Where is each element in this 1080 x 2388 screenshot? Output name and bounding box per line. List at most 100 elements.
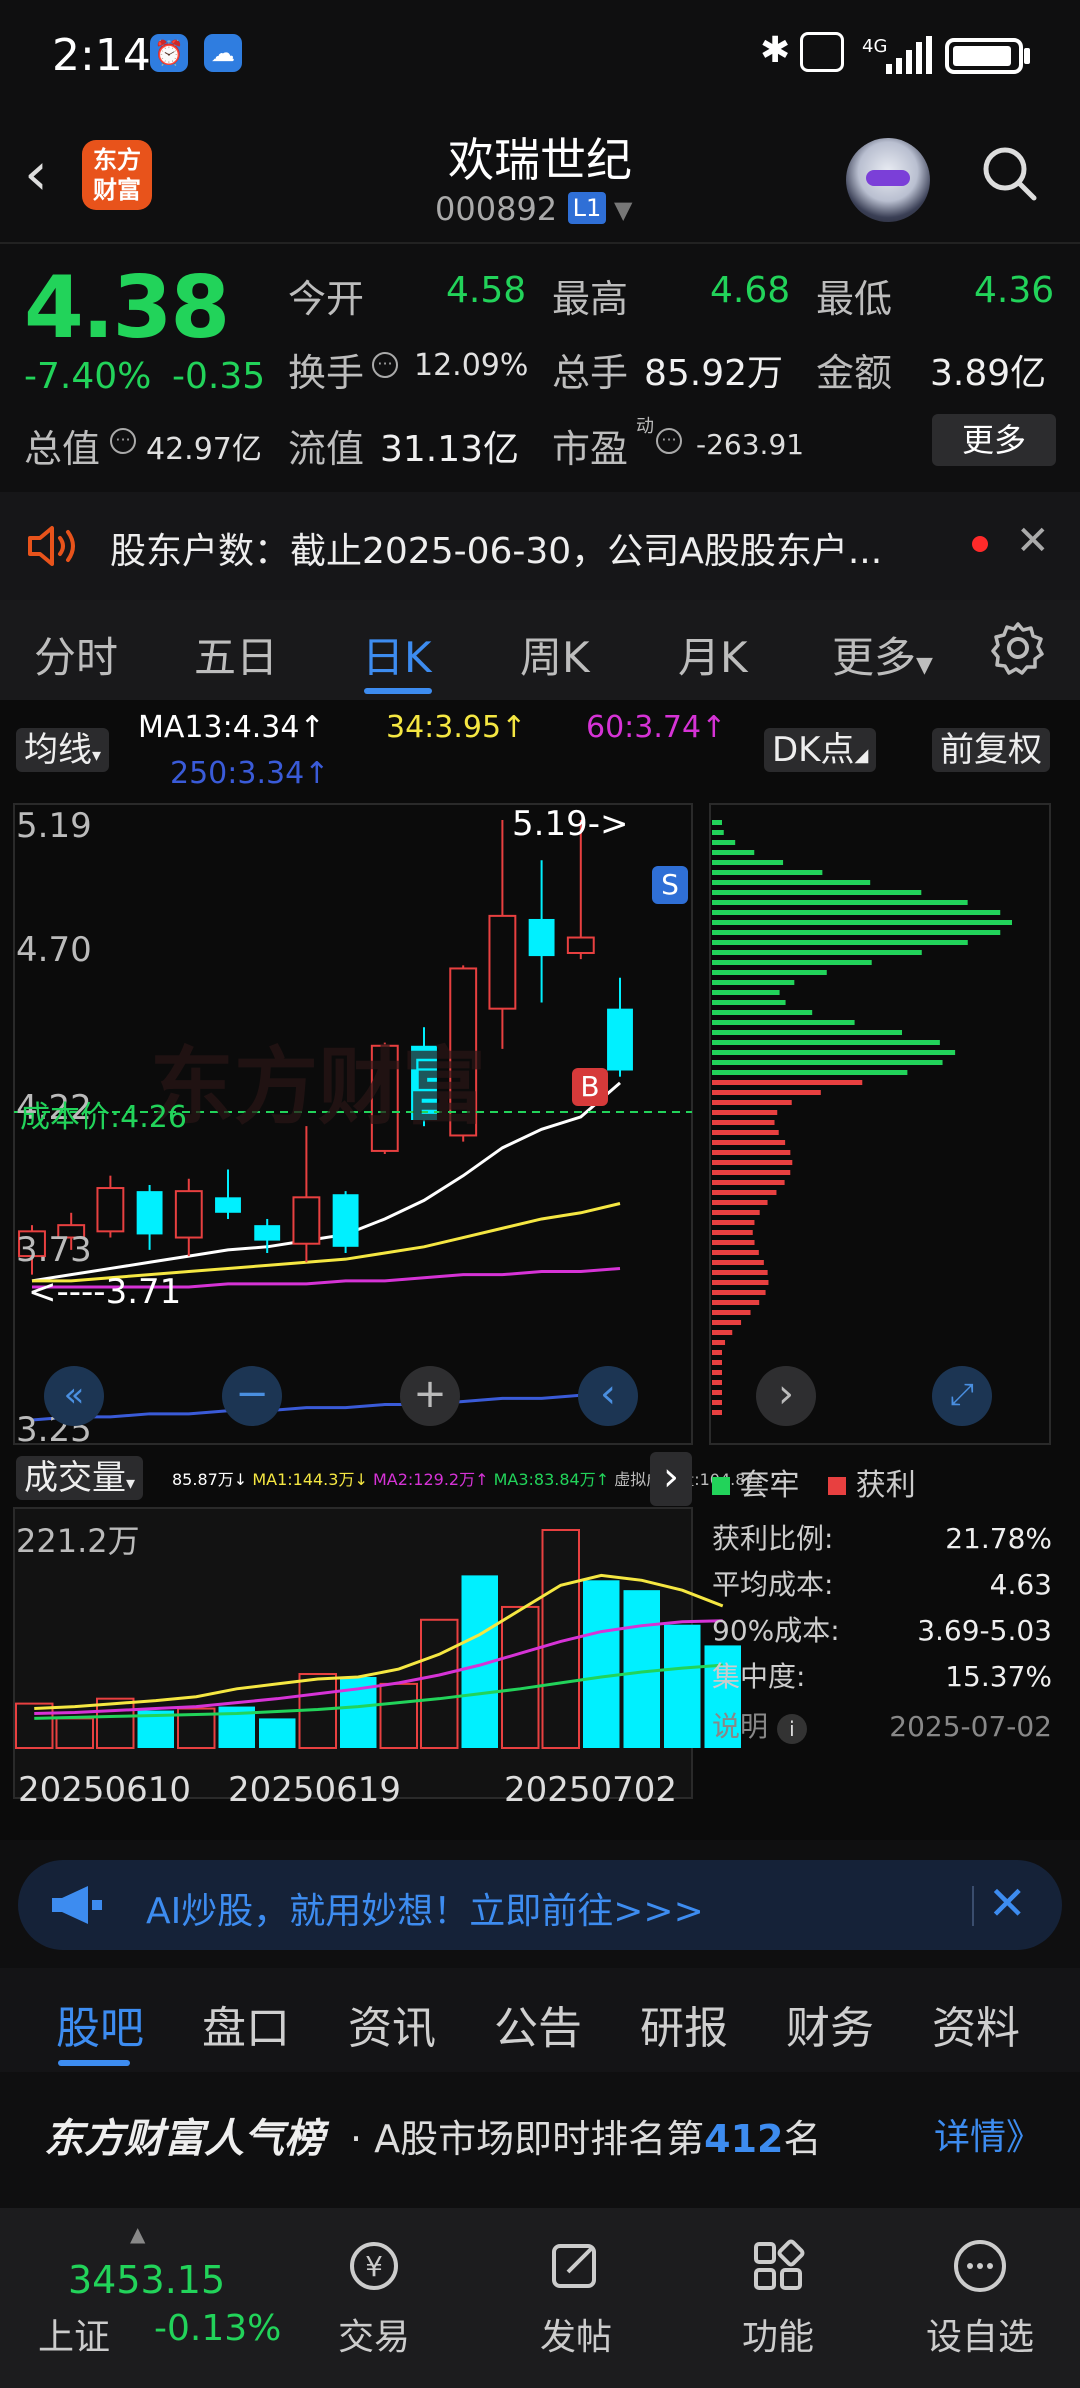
scroll-right-icon[interactable]: › <box>756 1366 816 1426</box>
info-dots-icon[interactable]: ··· <box>656 428 682 454</box>
tab-pankou[interactable]: 盘口 <box>202 1992 290 2056</box>
tab-guba[interactable]: 股吧 <box>56 1992 144 2056</box>
more-button[interactable]: 更多 <box>932 414 1056 466</box>
volume-chip-label: 成交量 <box>24 1458 126 1498</box>
gear-icon[interactable] <box>990 620 1046 676</box>
tab-announcements[interactable]: 公告 <box>494 1992 582 2056</box>
tab-finance[interactable]: 财务 <box>786 1992 874 2056</box>
scroll-left-icon[interactable]: ‹ <box>578 1366 638 1426</box>
chip-bar <box>712 1150 791 1155</box>
ai-ad-banner[interactable]: AI炒股，就用妙想！立即前往>>> ✕ <box>18 1860 1062 1950</box>
dk-point-selector[interactable]: DK点◢ <box>764 728 877 772</box>
stat-label: 获利比例: <box>712 1522 834 1555</box>
note-label: 说明 <box>712 1710 769 1743</box>
app-logo: 东方财富 <box>82 140 152 210</box>
tab-research[interactable]: 研报 <box>640 1992 728 2056</box>
chip-note[interactable]: 说明 i <box>712 1704 807 1750</box>
chip-bar <box>712 1060 943 1065</box>
chip-bar <box>712 1410 722 1415</box>
popularity-banner[interactable]: 东方财富人气榜 · A股市场即时排名第412名 详情》 <box>0 2072 1080 2184</box>
detail-link[interactable]: 详情》 <box>934 2108 1042 2160</box>
info-icon[interactable]: i <box>776 1714 807 1744</box>
status-bar: 2:14 ⏰ ☁ ✱ 4G <box>0 0 1080 110</box>
ad-separator <box>972 1886 974 1926</box>
tab-weekly-k[interactable]: 周K <box>520 624 590 685</box>
tab-more-label: 更多 <box>832 633 917 682</box>
back-chevron-icon[interactable]: ‹ <box>24 144 64 204</box>
tab-more[interactable]: 更多▼ <box>832 624 933 685</box>
legend-profit: 获利 <box>855 1468 916 1503</box>
buy-marker[interactable]: B <box>572 1068 608 1106</box>
tab-daily-k[interactable]: 日K <box>362 624 432 685</box>
chip-bar <box>712 1100 792 1105</box>
candle-body <box>566 936 595 954</box>
candle-body <box>607 1008 633 1071</box>
chip-bar <box>712 840 736 845</box>
status-time: 2:14 <box>52 30 151 81</box>
info-dots-icon[interactable]: ··· <box>110 428 136 454</box>
chip-bar <box>712 1290 766 1295</box>
caret-up-icon[interactable]: ▲ <box>130 2222 145 2246</box>
chip-bar <box>712 1240 755 1245</box>
caret-down-icon[interactable]: ▼ <box>614 196 632 224</box>
index-name[interactable]: 上证 <box>38 2308 110 2360</box>
stat-label: 集中度: <box>712 1660 806 1693</box>
tab-five-day[interactable]: 五日 <box>194 624 278 685</box>
tab-monthly-k[interactable]: 月K <box>678 624 748 685</box>
last-price: 4.38 <box>24 258 230 358</box>
zoom-in-icon[interactable]: + <box>400 1366 460 1426</box>
tab-news[interactable]: 资讯 <box>348 1992 436 2056</box>
chip-note-row: 说明 i 2025-07-02 <box>712 1704 1052 1750</box>
alarm-app-icon: ⏰ <box>150 34 188 72</box>
chip-bar <box>712 1010 813 1015</box>
ma34-label: 34:3.95↑ <box>386 710 527 745</box>
ma-selector[interactable]: 均线▾ <box>16 728 110 772</box>
close-icon[interactable]: ✕ <box>988 1876 1027 1930</box>
ad-text[interactable]: AI炒股，就用妙想！立即前往>>> <box>146 1882 704 1934</box>
expand-right-icon[interactable]: › <box>650 1452 692 1506</box>
fullscreen-icon[interactable]: ⤢ <box>932 1366 992 1426</box>
chip-bar <box>712 1230 753 1235</box>
tab-underline <box>58 2060 130 2066</box>
info-dots-icon[interactable]: ··· <box>372 352 398 378</box>
nav-functions[interactable]: 功能 <box>708 2238 848 2360</box>
close-icon[interactable]: ✕ <box>1016 518 1050 564</box>
chip-bar <box>712 1050 956 1055</box>
adjust-selector[interactable]: 前复权 <box>932 728 1050 772</box>
candle-body <box>96 1187 125 1233</box>
change-percent: -7.40% <box>24 356 152 397</box>
announcement-bar[interactable]: 股东户数：截止2025-06-30，公司A股股东户... <box>0 492 1080 600</box>
pop-text-pre: · A股市场即时排名第 <box>350 2117 705 2161</box>
chip-bar <box>712 1030 903 1035</box>
chip-bar <box>712 1330 733 1335</box>
high-marker: 5.19-> <box>512 804 629 844</box>
nav-trade[interactable]: ¥ 交易 <box>304 2238 444 2360</box>
chip-bar <box>712 890 922 895</box>
nav-post[interactable]: 发帖 <box>506 2238 646 2360</box>
zoom-out-icon[interactable]: − <box>222 1366 282 1426</box>
chip-bar <box>712 1140 786 1145</box>
nav-watchlist[interactable]: 设自选 <box>910 2238 1050 2360</box>
legend-swatch-red <box>828 1477 847 1495</box>
stock-code[interactable]: 000892 <box>435 190 557 228</box>
chip-bar <box>712 1000 786 1005</box>
volume-selector[interactable]: 成交量▾ <box>16 1456 144 1500</box>
tab-intraday[interactable]: 分时 <box>34 624 118 685</box>
stat-label: 平均成本: <box>712 1568 834 1601</box>
scroll-left-fast-icon[interactable]: « <box>44 1366 104 1426</box>
search-icon[interactable] <box>980 144 1038 202</box>
tab-profile[interactable]: 资料 <box>932 1992 1020 2056</box>
turnover-label: 换手 <box>288 351 365 395</box>
index-change[interactable]: -0.13% <box>154 2308 281 2349</box>
sell-marker[interactable]: S <box>652 866 688 904</box>
kline-chart-area[interactable]: 均线▾ MA13:4.34↑ 34:3.95↑ 60:3.74↑ 250:3.3… <box>0 700 1080 1840</box>
announcement-text[interactable]: 股东户数：截止2025-06-30，公司A股股东户... <box>110 522 950 574</box>
robot-assistant-avatar[interactable] <box>846 138 930 222</box>
chip-bar <box>712 1390 722 1395</box>
chip-bar <box>712 1400 722 1405</box>
vibrate-icon <box>800 32 844 72</box>
chip-bar <box>712 940 968 945</box>
amount-label: 金额 <box>816 351 893 395</box>
index-value[interactable]: 3453.15 <box>68 2258 225 2302</box>
caret-down-icon: ▾ <box>92 745 102 766</box>
